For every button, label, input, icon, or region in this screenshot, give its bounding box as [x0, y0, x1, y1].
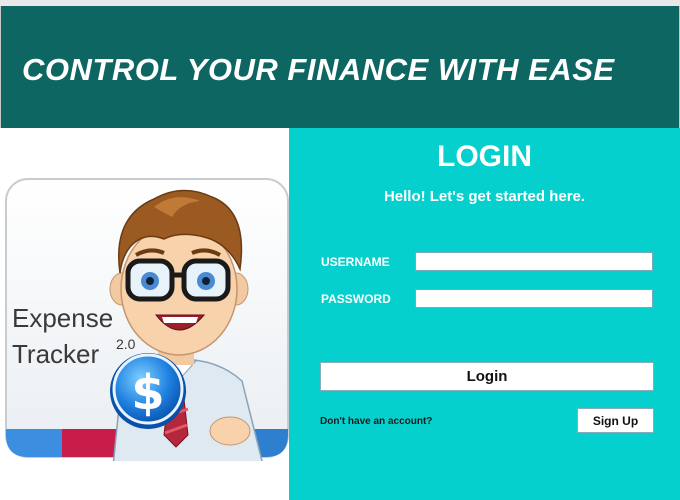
login-title: LOGIN	[437, 140, 532, 173]
logo-text-line2: Tracker	[12, 339, 99, 369]
password-label: PASSWORD	[321, 292, 391, 306]
logo-text-line1: Expense	[12, 303, 113, 333]
svg-text:$: $	[131, 365, 164, 421]
dollar-coin-icon: $	[110, 353, 186, 429]
sign-up-button[interactable]: Sign Up	[577, 408, 654, 433]
username-input[interactable]	[415, 252, 653, 271]
login-subtitle: Hello! Let's get started here.	[383, 188, 586, 205]
login-button[interactable]: Login	[320, 362, 654, 391]
login-panel: LOGIN Hello! Let's get started here. USE…	[289, 128, 680, 500]
no-account-text: Don't have an account?	[320, 416, 433, 427]
password-input[interactable]	[415, 289, 653, 308]
header-title: CONTROL YOUR FINANCE WITH EASE	[22, 52, 615, 87]
username-label: USERNAME	[321, 255, 390, 269]
app-header: CONTROL YOUR FINANCE WITH EASE	[0, 6, 680, 128]
logo-version: 2.0	[116, 336, 136, 352]
expense-tracker-logo: Expense Tracker 2.0 $	[5, 178, 289, 461]
